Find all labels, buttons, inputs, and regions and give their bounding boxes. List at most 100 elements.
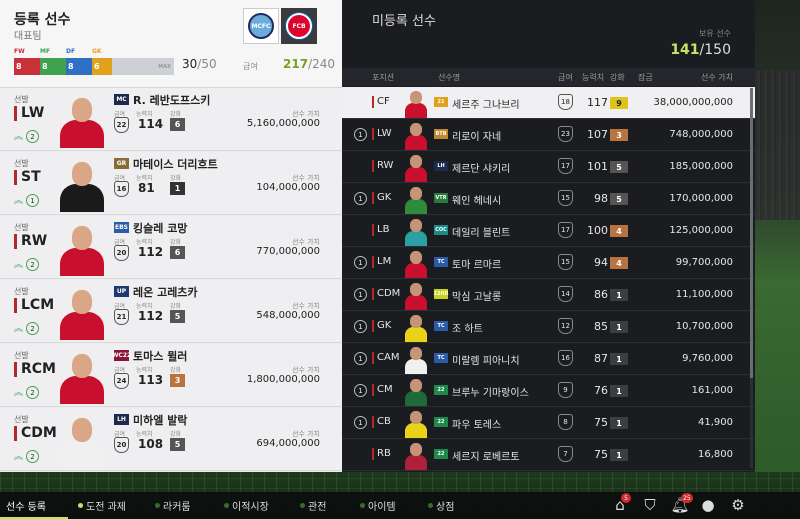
nav-dot-icon	[300, 503, 305, 508]
player-name: 마테이스 더리흐트	[133, 158, 218, 171]
player-head	[410, 123, 422, 136]
player-kit	[405, 167, 427, 182]
unregistered-row[interactable]: 1 LM TC 토마 르마르 15 94 4 99,700,000	[342, 247, 755, 279]
salary-value: 16	[114, 181, 129, 197]
lineup-row[interactable]: 선발 LCM ︽ 2 UP 레온 고레츠카 급여 능력치 강화 21 112 5 선수 가치 548,00…	[0, 280, 342, 343]
grade-label: 강화	[170, 239, 182, 246]
unregistered-row[interactable]: LB COC 데일리 블린트 17 100 4 125,000,000	[342, 215, 755, 247]
registered-count: 30/50	[182, 57, 217, 71]
nav-item[interactable]: 도전 과제	[86, 498, 126, 513]
col-position[interactable]: 포지션	[372, 72, 394, 83]
player-level: ︽ 2	[14, 130, 40, 143]
player-head	[410, 379, 422, 392]
col-salary[interactable]: 급여	[558, 72, 573, 83]
player-photo	[404, 440, 428, 470]
role-label: 선발	[14, 223, 29, 232]
player-position: CDM	[14, 426, 57, 441]
player-name: 세르주 그나브리	[452, 100, 520, 111]
nav-item[interactable]: 관전	[308, 498, 326, 513]
ovr-value: 117	[587, 96, 608, 109]
lineup-row[interactable]: 선발 ST ︽ 1 GR 마테이스 더리흐트 급여 능력치 강화 16 81 1 선수 가치 104,00…	[0, 152, 342, 215]
list-scrollbar[interactable]	[750, 88, 753, 468]
player-photo	[404, 216, 428, 246]
player-position: CF	[372, 96, 390, 108]
stadium-background	[755, 0, 800, 472]
grade-value: 5	[610, 161, 628, 173]
player-name: 데일리 블린트	[452, 228, 511, 239]
role-label: 선발	[14, 351, 29, 360]
owned-label: 보유 선수	[699, 29, 731, 38]
player-head	[410, 443, 422, 456]
team-name: 대표팀	[14, 31, 42, 42]
unregistered-row[interactable]: 1 GK TC 조 하트 12 85 1 10,700,000	[342, 311, 755, 343]
player-photo	[404, 88, 428, 118]
unregistered-row[interactable]: 1 LW BTB 리로이 자네 23 107 3 748,000,000	[342, 119, 755, 151]
player-kit	[405, 391, 427, 406]
player-level: 1	[354, 320, 367, 333]
col-value[interactable]: 선수 가치	[701, 72, 733, 83]
nav-item[interactable]: 아이템	[368, 498, 396, 513]
grade-value: 9	[610, 97, 628, 109]
season-badge: TC	[434, 321, 448, 331]
col-name[interactable]: 선수명	[438, 72, 460, 83]
team-crest-bayern[interactable]: FCB	[281, 8, 317, 44]
notification-badge: 5	[621, 493, 631, 503]
lineup-row[interactable]: 선발 LW ︽ 2 MC R. 레반도프스키 급여 능력치 강화 22 114 6 선수 가치 5,160…	[0, 88, 342, 151]
unregistered-row[interactable]: CF 21 세르주 그나브리 18 117 9 38,000,000,000	[342, 87, 755, 119]
unregistered-row[interactable]: RW LH 제르단 샤키리 17 101 5 185,000,000	[342, 151, 755, 183]
lineup-row[interactable]: 선발 RCM ︽ 2 WC22 토마스 뮐러 급여 능력치 강화 24 113 3 선수 가치 1,800…	[0, 344, 342, 407]
profile-icon[interactable]: ●	[698, 495, 718, 515]
ovr-value: 75	[594, 416, 608, 429]
unregistered-row[interactable]: 1 GK VTR 웨인 헤네시 15 98 5 170,000,000	[342, 183, 755, 215]
grade-value: 4	[610, 257, 628, 269]
player-value: 161,000	[691, 385, 733, 396]
player-kit	[60, 312, 104, 340]
player-kit	[60, 440, 104, 468]
player-value: 104,000,000	[256, 182, 320, 193]
player-name: 브루누 기마랑이스	[452, 388, 529, 399]
lineup-row[interactable]: 선발 RW ︽ 2 EBS 킹슬레 코망 급여 능력치 강화 20 112 6 선수 가치 770,000…	[0, 216, 342, 279]
unregistered-row[interactable]: 1 CM 22 브루누 기마랑이스 9 76 1 161,000	[342, 375, 755, 407]
player-head	[72, 98, 92, 122]
col-grade[interactable]: 강화	[610, 72, 625, 83]
level-chevron-icon: ︽	[14, 259, 24, 270]
unregistered-row[interactable]: 1 CDM 22HR 막심 고날롱 14 86 1 11,100,000	[342, 279, 755, 311]
col-ovr[interactable]: 능력치	[582, 72, 604, 83]
col-lock[interactable]: 잠금	[638, 72, 653, 83]
ovr-value: 112	[138, 309, 164, 323]
lineup-row[interactable]: 선발 CDM ︽ 2 LH 미하엘 발락 급여 능력치 강화 20 108 5 선수 가치 694,000…	[0, 408, 342, 471]
unregistered-row[interactable]: RB 22 세르지 로베르토 7 75 1 16,800	[342, 439, 755, 471]
salary-value: 14	[558, 286, 573, 302]
scrollbar-thumb[interactable]	[750, 88, 753, 378]
player-value: 694,000,000	[256, 438, 320, 449]
player-level: 1	[354, 128, 367, 141]
ovr-value: 107	[587, 128, 608, 141]
bell-icon[interactable]: 🔔︎ 25	[670, 493, 693, 515]
player-position: LM	[372, 256, 391, 268]
player-level: 1	[354, 416, 367, 429]
salary-cap: /240	[308, 57, 336, 71]
player-photo	[56, 92, 108, 148]
nav-item[interactable]: 라커룸	[163, 498, 191, 513]
player-kit	[405, 199, 427, 214]
player-head	[410, 155, 422, 168]
grade-value: 1	[610, 417, 628, 429]
ovr-value: 75	[594, 448, 608, 461]
nav-item[interactable]: 이적시장	[232, 498, 269, 513]
season-badge: BTB	[434, 129, 448, 139]
player-name: 토마 르마르	[452, 260, 502, 271]
season-badge: WC22	[111, 350, 132, 361]
club-shield-icon[interactable]: ⛉	[640, 495, 660, 515]
team-crest-manchester-city[interactable]: MCFC	[243, 8, 279, 44]
gear-icon[interactable]: ⚙	[728, 495, 748, 515]
home-icon[interactable]: ⌂ 5	[610, 493, 631, 515]
season-badge: 21	[434, 97, 448, 107]
unregistered-row[interactable]: 1 CAM TC 미랄렘 피아니치 16 87 1 9,760,000	[342, 343, 755, 375]
grade-value: 5	[170, 310, 185, 323]
nav-item[interactable]: 선수 등록	[6, 498, 46, 513]
nav-item[interactable]: 상점	[436, 498, 454, 513]
player-head	[410, 187, 422, 200]
unregistered-row[interactable]: 1 CB 22 파우 토레스 8 75 1 41,900	[342, 407, 755, 439]
pos-label-gk: GK	[92, 48, 102, 55]
player-name: 레온 고레츠카	[133, 286, 198, 299]
